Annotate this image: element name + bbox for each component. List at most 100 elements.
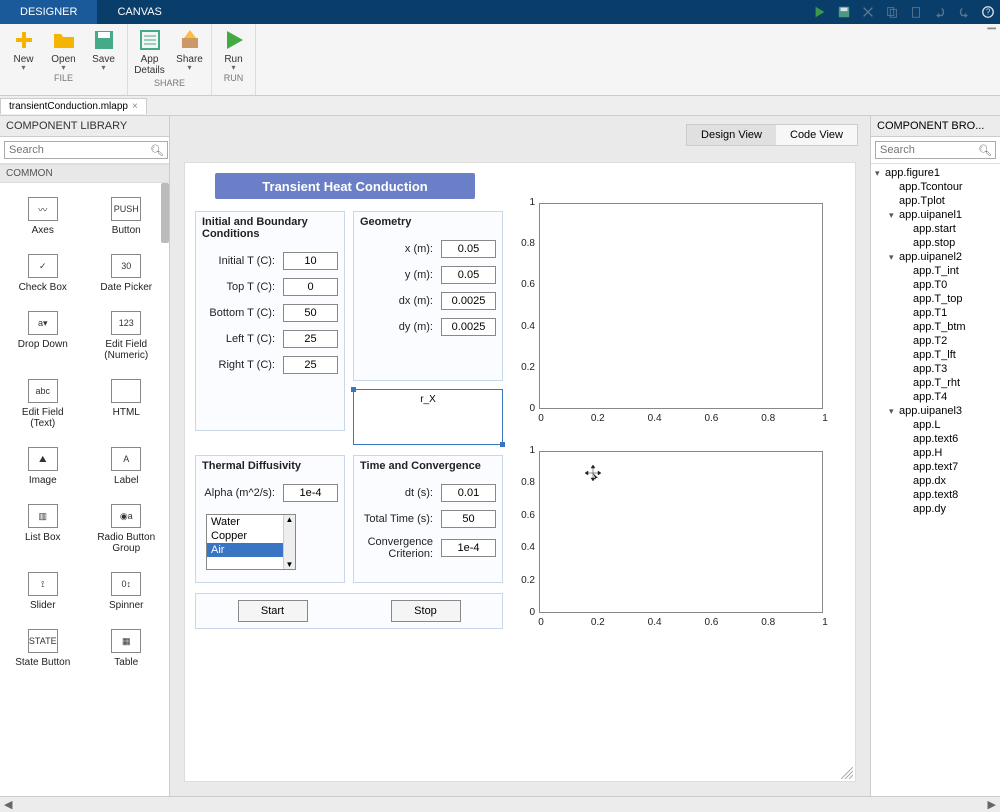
tree-node[interactable]: app.T_btm xyxy=(871,320,1000,334)
open-button[interactable]: Open▾ xyxy=(44,24,84,71)
app-title-label[interactable]: Transient Heat Conduction xyxy=(215,173,475,199)
component-item[interactable]: ALabel xyxy=(88,441,166,492)
dt-field[interactable] xyxy=(441,484,496,502)
top-t-field[interactable] xyxy=(283,278,338,296)
material-listbox[interactable]: WaterCopperAir ▲ ▼ xyxy=(206,514,296,570)
paste-icon[interactable] xyxy=(907,3,925,21)
component-item[interactable]: ⛰Image xyxy=(4,441,82,492)
panel-diffusivity[interactable]: Thermal Diffusivity Alpha (m^2/s): Water… xyxy=(195,455,345,583)
alpha-field[interactable] xyxy=(283,484,338,502)
canvas-tab[interactable]: CANVAS xyxy=(97,0,181,24)
run-icon[interactable] xyxy=(811,3,829,21)
caret-icon[interactable]: ▾ xyxy=(875,168,885,179)
listbox-item[interactable]: Copper xyxy=(207,529,295,543)
tree-node[interactable]: app.T_int xyxy=(871,264,1000,278)
tree-node[interactable]: app.Tcontour xyxy=(871,180,1000,194)
panel-geometry[interactable]: Geometry x (m): y (m): dx (m): dy (m): xyxy=(353,211,503,381)
scroll-up-icon[interactable]: ▲ xyxy=(286,515,294,524)
axes-tcontour[interactable]: 00.20.40.60.8100.20.40.60.81 xyxy=(515,203,831,427)
tree-node[interactable]: app.dx xyxy=(871,474,1000,488)
component-item[interactable]: PUSHButton xyxy=(88,191,166,242)
component-item[interactable]: 0↕Spinner xyxy=(88,566,166,617)
copy-icon[interactable] xyxy=(883,3,901,21)
scroll-down-icon[interactable]: ▼ xyxy=(286,560,294,569)
component-item[interactable]: STATEState Button xyxy=(4,623,82,674)
panel-buttons[interactable]: Start Stop xyxy=(195,593,503,629)
tree-node[interactable]: ▾app.figure1 xyxy=(871,166,1000,180)
cut-icon[interactable] xyxy=(859,3,877,21)
tree-node[interactable]: app.stop xyxy=(871,236,1000,250)
tree-node[interactable]: app.text8 xyxy=(871,488,1000,502)
caret-icon[interactable]: ▾ xyxy=(889,252,899,263)
total-time-field[interactable] xyxy=(441,510,496,528)
scroll-right-icon[interactable]: ▶ xyxy=(988,798,996,811)
design-view-button[interactable]: Design View xyxy=(687,125,776,145)
component-item[interactable]: ✓Check Box xyxy=(4,248,82,299)
app-details-button[interactable]: App Details xyxy=(130,24,170,76)
tree-node[interactable]: ▾app.uipanel1 xyxy=(871,208,1000,222)
help-icon[interactable]: ? xyxy=(979,3,997,21)
component-tree[interactable]: ▾app.figure1app.Tcontourapp.Tplot▾app.ui… xyxy=(871,164,1000,796)
search-icon[interactable]: 🔍︎ xyxy=(150,144,164,157)
x-field[interactable] xyxy=(441,240,496,258)
app-figure[interactable]: Transient Heat Conduction Initial and Bo… xyxy=(184,162,856,782)
tree-node[interactable]: app.L xyxy=(871,418,1000,432)
scrollbar-thumb[interactable] xyxy=(161,183,169,243)
dx-field[interactable] xyxy=(441,292,496,310)
tree-node[interactable]: app.T2 xyxy=(871,334,1000,348)
new-button[interactable]: New▾ xyxy=(4,24,44,71)
tree-node[interactable]: app.T0 xyxy=(871,278,1000,292)
component-search-input[interactable] xyxy=(4,141,168,159)
listbox-item[interactable]: Air xyxy=(207,543,295,557)
component-item[interactable]: ⟟Slider xyxy=(4,566,82,617)
left-t-field[interactable] xyxy=(283,330,338,348)
save-button[interactable]: Save▾ xyxy=(84,24,124,71)
right-t-field[interactable] xyxy=(283,356,338,374)
initial-t-field[interactable] xyxy=(283,252,338,270)
resize-grip-icon[interactable] xyxy=(841,767,853,779)
search-icon[interactable]: 🔍︎ xyxy=(978,144,992,157)
selected-component[interactable]: r_X xyxy=(353,389,503,445)
dy-field[interactable] xyxy=(441,318,496,336)
criterion-field[interactable] xyxy=(441,539,496,557)
panel-time[interactable]: Time and Convergence dt (s): Total Time … xyxy=(353,455,503,583)
y-field[interactable] xyxy=(441,266,496,284)
tree-node[interactable]: app.text7 xyxy=(871,460,1000,474)
panel-boundary-conditions[interactable]: Initial and Boundary Conditions Initial … xyxy=(195,211,345,431)
component-item[interactable]: 30Date Picker xyxy=(88,248,166,299)
tree-node[interactable]: app.T1 xyxy=(871,306,1000,320)
component-item[interactable]: ▥List Box xyxy=(4,498,82,560)
stop-button[interactable]: Stop xyxy=(391,600,461,622)
tree-node[interactable]: app.T_lft xyxy=(871,348,1000,362)
save-icon[interactable] xyxy=(835,3,853,21)
component-item[interactable]: HTML xyxy=(88,373,166,435)
code-view-button[interactable]: Code View xyxy=(776,125,857,145)
tree-node[interactable]: app.T3 xyxy=(871,362,1000,376)
file-tab[interactable]: transientConduction.mlapp × xyxy=(0,98,147,114)
redo-icon[interactable] xyxy=(955,3,973,21)
designer-tab[interactable]: DESIGNER xyxy=(0,0,97,24)
component-item[interactable]: ◉aRadio Button Group xyxy=(88,498,166,560)
caret-icon[interactable]: ▾ xyxy=(889,406,899,417)
close-icon[interactable]: × xyxy=(132,101,138,112)
listbox-item[interactable]: Water xyxy=(207,515,295,529)
collapse-toolstrip-icon[interactable]: ▔ xyxy=(984,24,1000,95)
axes-tplot[interactable]: 00.20.40.60.8100.20.40.60.81 xyxy=(515,451,831,631)
tree-node[interactable]: app.Tplot xyxy=(871,194,1000,208)
run-button[interactable]: Run▾ xyxy=(214,24,254,71)
tree-node[interactable]: app.T_top xyxy=(871,292,1000,306)
component-item[interactable]: ▦Table xyxy=(88,623,166,674)
tree-node[interactable]: app.dy xyxy=(871,502,1000,516)
tree-node[interactable]: app.H xyxy=(871,446,1000,460)
component-item[interactable]: 〰Axes xyxy=(4,191,82,242)
component-item[interactable]: 123Edit Field (Numeric) xyxy=(88,305,166,367)
start-button[interactable]: Start xyxy=(238,600,308,622)
share-button[interactable]: Share▾ xyxy=(170,24,210,76)
caret-icon[interactable]: ▾ xyxy=(889,210,899,221)
undo-icon[interactable] xyxy=(931,3,949,21)
tree-node[interactable]: app.T_rht xyxy=(871,376,1000,390)
tree-node[interactable]: ▾app.uipanel3 xyxy=(871,404,1000,418)
component-item[interactable]: abcEdit Field (Text) xyxy=(4,373,82,435)
scroll-left-icon[interactable]: ◀ xyxy=(4,798,12,811)
tree-node[interactable]: app.start xyxy=(871,222,1000,236)
